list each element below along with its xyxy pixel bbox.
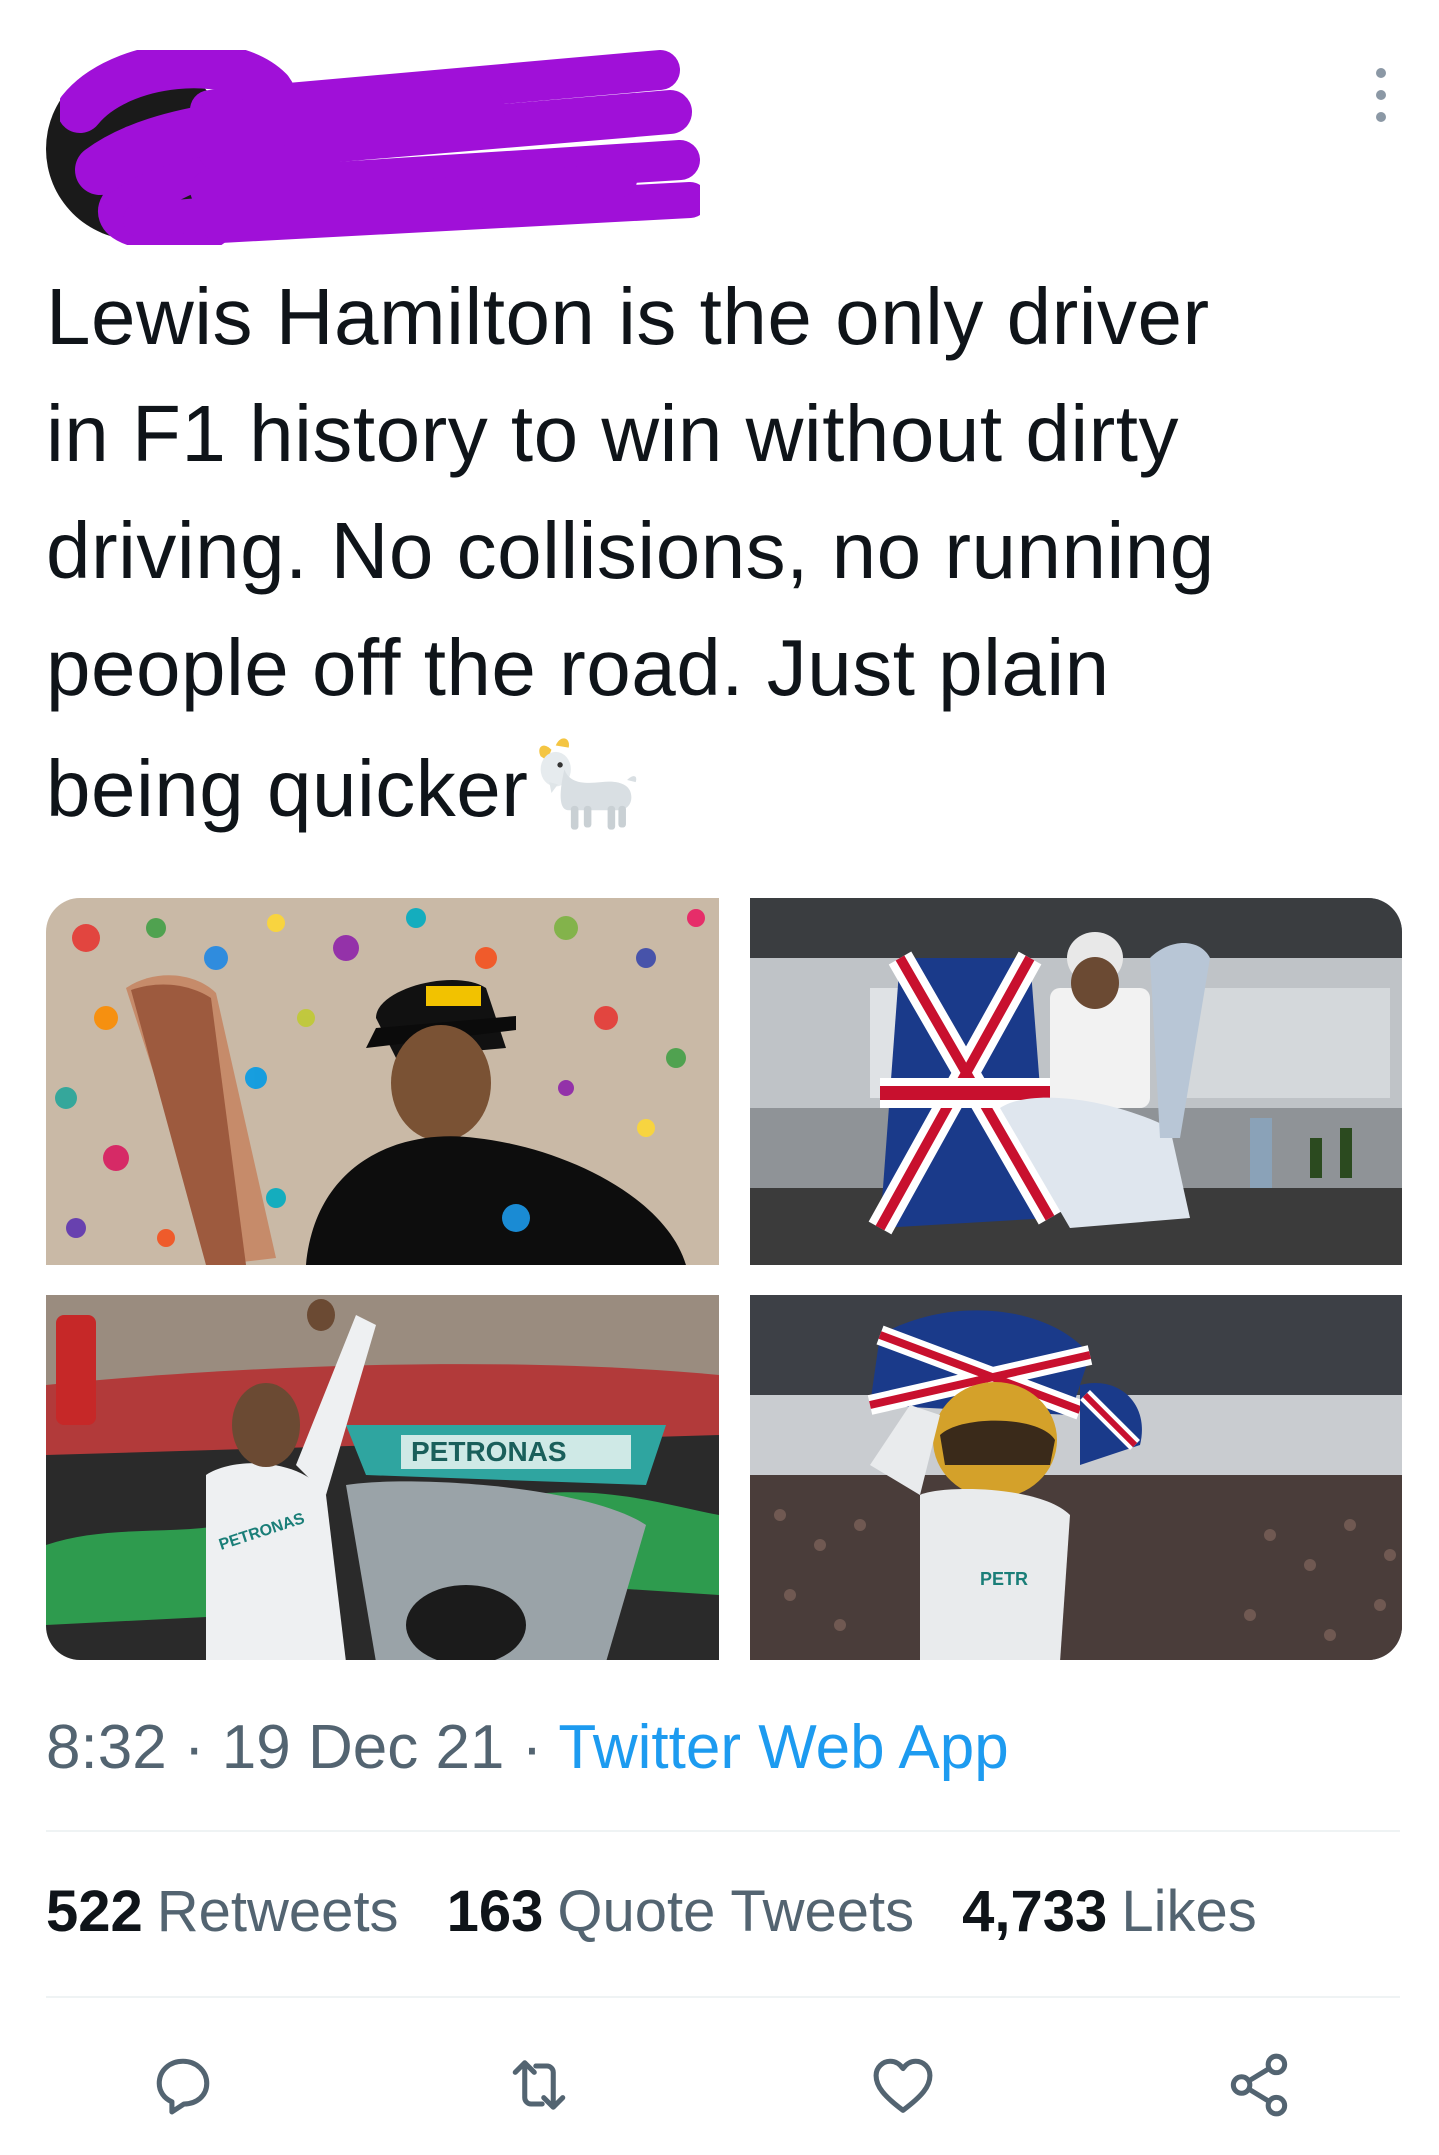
heart-icon bbox=[873, 2058, 933, 2113]
divider bbox=[46, 1830, 1400, 1832]
photo-1[interactable] bbox=[46, 898, 719, 1265]
reply-button[interactable] bbox=[138, 2040, 228, 2130]
quotes-count: 163 bbox=[446, 1879, 544, 1944]
tweet-stats: 522 Retweets 163 Quote Tweets 4,733 Likes bbox=[46, 1878, 1257, 1945]
tweet-text: Lewis Hamilton is the only driver in F1 … bbox=[46, 258, 1386, 847]
goat-emoji-icon bbox=[539, 738, 637, 830]
likes-count: 4,733 bbox=[962, 1879, 1108, 1944]
divider bbox=[46, 1996, 1400, 1998]
photo-3[interactable]: PETRONAS PETRONAS bbox=[46, 1295, 719, 1660]
photo-4-image: PETR bbox=[750, 1295, 1402, 1660]
likes-stat[interactable]: 4,733 Likes bbox=[962, 1878, 1257, 1945]
retweet-icon bbox=[512, 2060, 566, 2110]
retweets-label: Retweets bbox=[156, 1879, 399, 1944]
quote-tweets-stat[interactable]: 163 Quote Tweets bbox=[447, 1878, 915, 1945]
photo-2[interactable] bbox=[750, 898, 1402, 1265]
share-icon bbox=[1230, 2053, 1288, 2117]
retweets-count: 522 bbox=[46, 1879, 143, 1944]
share-button[interactable] bbox=[1214, 2040, 1304, 2130]
photo-4-suit-text: PETR bbox=[980, 1569, 1028, 1589]
redaction-scribble bbox=[60, 50, 700, 245]
tweet-meta: 8:32 · 19 Dec 21 · Twitter Web App bbox=[46, 1712, 1009, 1783]
retweets-stat[interactable]: 522 Retweets bbox=[46, 1878, 399, 1945]
reply-icon bbox=[156, 2058, 210, 2115]
tweet-card: Lewis Hamilton is the only driver in F1 … bbox=[0, 0, 1439, 2155]
meta-separator: · bbox=[166, 1713, 222, 1782]
photo-1-image bbox=[46, 898, 719, 1265]
action-bar bbox=[46, 2040, 1400, 2130]
photo-4[interactable]: PETR bbox=[750, 1295, 1402, 1660]
likes-label: Likes bbox=[1121, 1879, 1257, 1944]
more-options-icon[interactable] bbox=[1366, 60, 1396, 130]
media-grid: PETRONAS PETRONAS PETR bbox=[46, 898, 1402, 1660]
meta-separator: · bbox=[504, 1713, 559, 1782]
photo-3-sponsor-text: PETRONAS bbox=[411, 1436, 567, 1467]
photo-2-image bbox=[750, 898, 1402, 1265]
retweet-button[interactable] bbox=[494, 2040, 584, 2130]
like-button[interactable] bbox=[858, 2040, 948, 2130]
photo-3-image: PETRONAS PETRONAS bbox=[46, 1295, 719, 1660]
quotes-label: Quote Tweets bbox=[557, 1879, 915, 1944]
tweet-header bbox=[46, 40, 1396, 245]
tweet-date[interactable]: 19 Dec 21 bbox=[222, 1713, 505, 1782]
tweet-time[interactable]: 8:32 bbox=[46, 1713, 167, 1782]
source-app-link[interactable]: Twitter Web App bbox=[558, 1713, 1008, 1782]
